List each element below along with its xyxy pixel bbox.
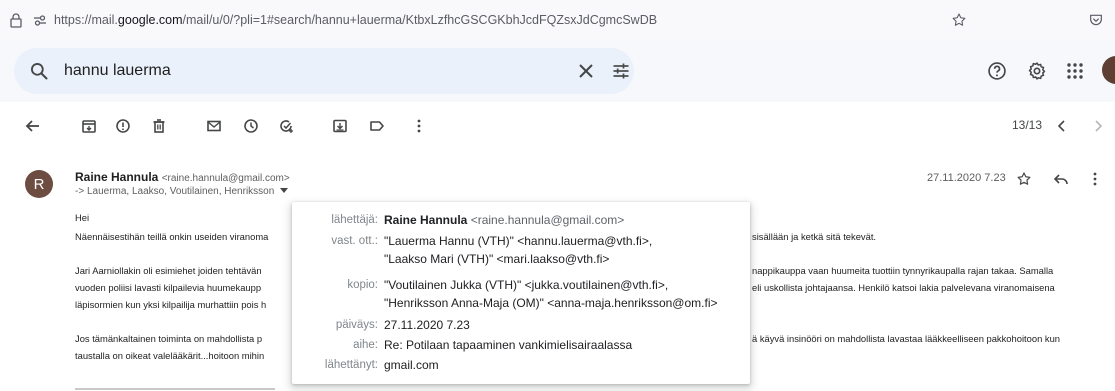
search-header <box>0 40 1115 102</box>
body-p2-l1-left: Jari Aarniollakin oli esimiehet joiden t… <box>75 265 262 276</box>
permissions-icon[interactable] <box>30 10 50 30</box>
body-p2-l1-right: nappikauppa vaan huumeita tuottiin tynny… <box>752 265 1054 276</box>
add-task-icon[interactable] <box>276 116 296 136</box>
apps-grid-icon[interactable] <box>1064 60 1086 82</box>
back-arrow-icon[interactable] <box>23 116 43 136</box>
archive-icon[interactable] <box>79 116 99 136</box>
sender-avatar[interactable]: R <box>25 170 53 198</box>
body-cut-line <box>75 386 1105 391</box>
browser-url-bar: https://mail.google.com/mail/u/0/?pli=1#… <box>0 0 1115 40</box>
label-tag-icon[interactable] <box>367 116 387 136</box>
body-p3-l1-left: Jos tämänkaltainen toiminta on mahdollis… <box>75 333 263 344</box>
delete-trash-icon[interactable] <box>149 116 169 136</box>
message-date: 27.11.2020 7.23 <box>927 172 1006 184</box>
body-p1-right: sisällään ja ketkä sitä tekevät. <box>752 231 877 242</box>
mailedby-value: gmail.com <box>384 358 439 372</box>
sender-details-popup: lähettäjä: Raine Hannula <raine.hannula@… <box>292 202 750 384</box>
to-line-1: "Lauerma Hannu (VTH)" <hannu.lauerma@vth… <box>384 234 653 248</box>
sender-email: <raine.hannula@gmail.com> <box>161 173 290 184</box>
cc-label: kopio: <box>347 279 378 291</box>
body-p2-l2-left: vuoden poliisi lavasti kilpailevia huume… <box>75 282 262 293</box>
date-value: 27.11.2020 7.23 <box>384 318 470 332</box>
to-line-2: "Laakso Mari (VTH)" <mari.laakso@vth.fi> <box>384 252 610 266</box>
body-p2-l3-left: läpisormien kun yksi kilpailija murhatti… <box>75 299 267 310</box>
snooze-clock-icon[interactable] <box>241 116 261 136</box>
body-p2-l2-right: eli uskollista johtajaansa. Henkilö kats… <box>752 282 1055 293</box>
reply-arrow-icon[interactable] <box>1053 171 1069 192</box>
message-toolbar: 13/13 <box>0 102 1115 150</box>
search-options-icon[interactable] <box>610 60 632 82</box>
recipients-summary[interactable]: -> Lauerma, Laakso, Voutilainen, Henriks… <box>75 186 289 197</box>
account-avatar[interactable] <box>1102 56 1115 84</box>
details-dropdown-icon[interactable] <box>280 186 289 197</box>
subject-label: aihe: <box>353 339 378 351</box>
mark-unread-mail-icon[interactable] <box>204 116 224 136</box>
from-email: <raine.hannula@gmail.com> <box>470 213 625 227</box>
sender-line: Raine Hannula <raine.hannula@gmail.com> <box>75 170 290 184</box>
help-icon[interactable] <box>986 60 1008 82</box>
star-icon[interactable] <box>1016 171 1032 192</box>
cc-line-1: "Voutilainen Jukka (VTH)" <jukka.voutila… <box>384 278 669 292</box>
search-icon[interactable] <box>28 60 50 82</box>
bookmark-star-icon[interactable] <box>949 10 969 30</box>
body-p1-left: Näennäisestihän teillä onkin useiden vir… <box>75 231 269 242</box>
gmail-window: https://mail.google.com/mail/u/0/?pli=1#… <box>0 0 1115 391</box>
subject-value: Re: Potilaan tapaaminen vankimielisairaa… <box>384 338 633 352</box>
previous-chevron-icon[interactable] <box>1052 116 1072 136</box>
from-label: lähettäjä: <box>331 214 378 226</box>
more-options-icon[interactable] <box>409 116 429 136</box>
from-name[interactable]: Raine Hannula <box>384 213 467 227</box>
move-to-icon[interactable] <box>330 116 350 136</box>
page-icon[interactable] <box>6 10 26 30</box>
settings-gear-icon[interactable] <box>1026 60 1048 82</box>
body-greeting: Hei <box>75 212 90 223</box>
body-p3-l2-left: taustalla on oikeat valelääkärit...hoito… <box>75 350 265 361</box>
from-value: Raine Hannula <raine.hannula@gmail.com> <box>384 213 624 227</box>
to-label: vast. ott.: <box>331 235 378 247</box>
sender-name[interactable]: Raine Hannula <box>75 170 158 184</box>
search-input[interactable] <box>64 62 494 80</box>
next-chevron-icon[interactable] <box>1088 116 1108 136</box>
mailedby-label: lähettänyt: <box>324 359 378 371</box>
pagination-count: 13/13 <box>1012 118 1043 132</box>
body-p3-l1-right: ä käyvä insinööri on mahdollista lavasta… <box>752 333 1061 344</box>
report-spam-icon[interactable] <box>113 116 133 136</box>
url-text[interactable]: https://mail.google.com/mail/u/0/?pli=1#… <box>54 13 657 27</box>
cc-line-2: "Henriksson Anna-Maja (OM)" <anna-maja.h… <box>384 296 718 310</box>
search-box <box>14 48 634 94</box>
clear-search-icon[interactable] <box>576 61 596 81</box>
date-label: päiväys: <box>335 319 378 331</box>
pocket-icon[interactable] <box>1086 10 1106 30</box>
message-more-icon[interactable] <box>1093 172 1097 191</box>
